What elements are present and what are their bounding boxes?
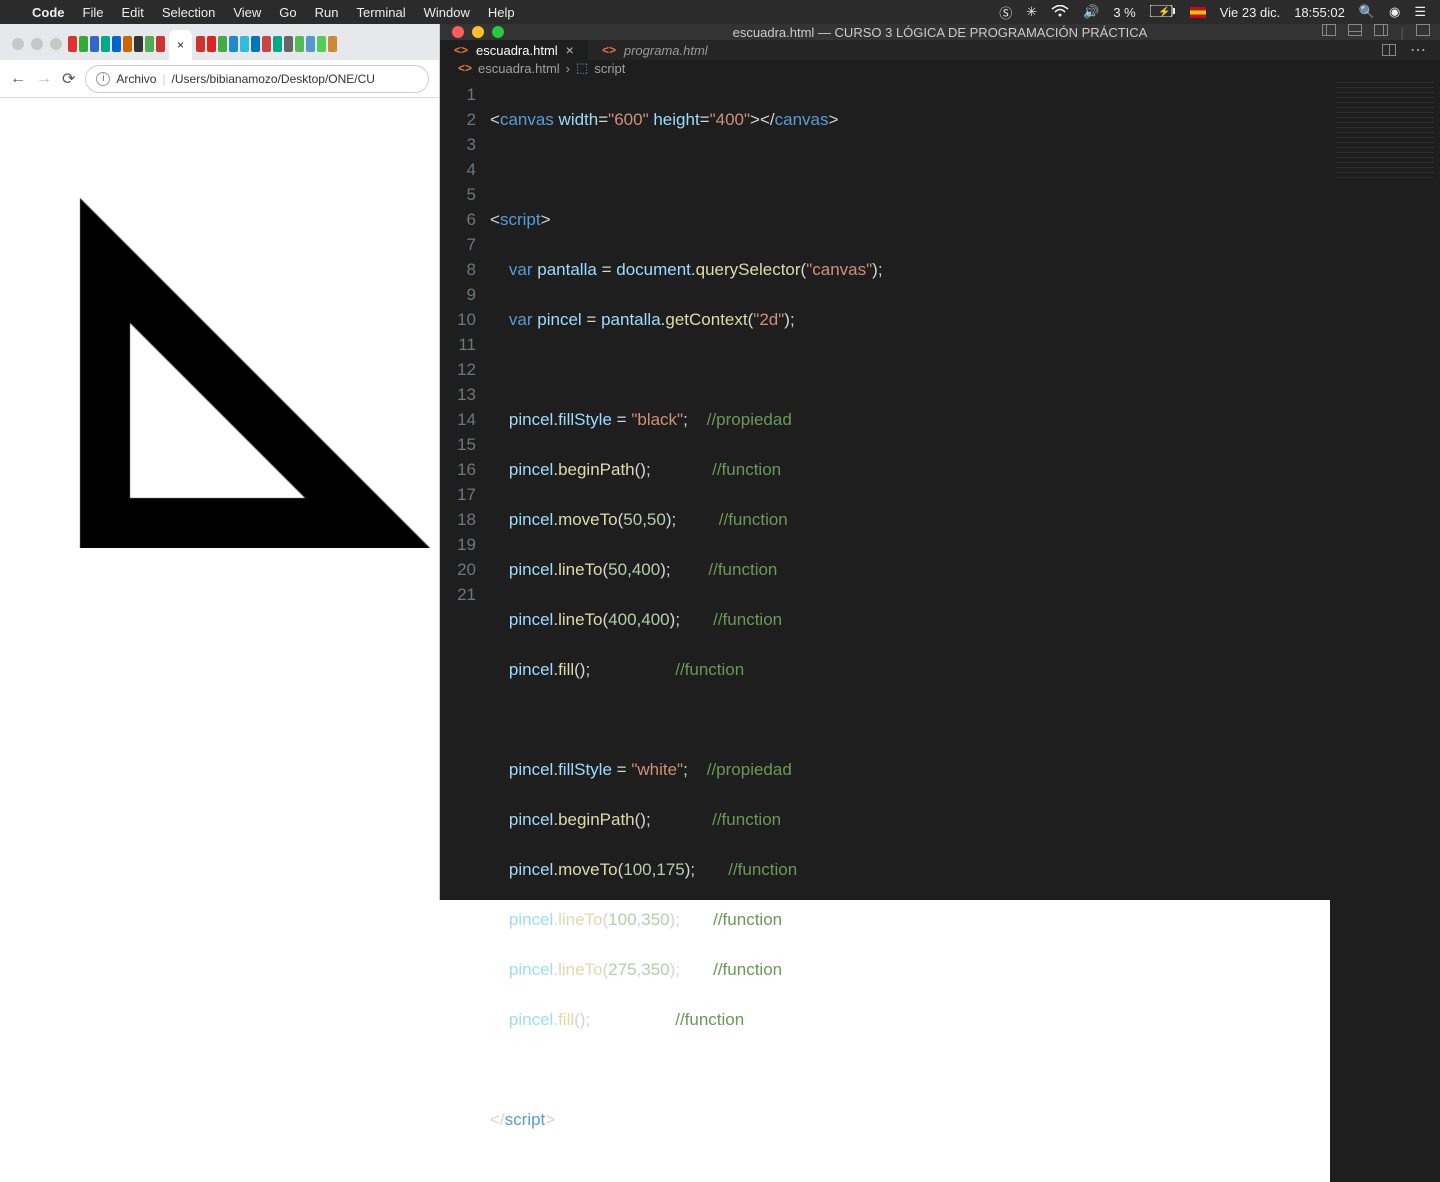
menu-help[interactable]: Help [488,5,515,20]
reload-button[interactable]: ⟳ [62,69,75,89]
breadcrumb-file[interactable]: escuadra.html [478,61,560,76]
chrome-window: × ← → ⟳ i Archivo | /Users/bibianamozo/D… [0,24,440,900]
window-title: escuadra.html — CURSO 3 LÓGICA DE PROGRA… [733,25,1148,40]
macos-menubar: Code File Edit Selection View Go Run Ter… [0,0,1440,24]
info-icon[interactable]: i [96,72,110,86]
window-max-icon[interactable] [492,26,504,38]
tab-programa[interactable]: <> programa.html [588,40,722,60]
addr-divider: | [162,72,165,86]
minimap[interactable] [1330,76,1440,1182]
back-button[interactable]: ← [10,70,26,88]
svg-text:⚡: ⚡ [1158,5,1170,17]
more-actions-icon[interactable]: ⋯ [1410,40,1426,60]
code-content[interactable]: <canvas width="600" height="400"></canva… [490,76,1440,1182]
menu-terminal[interactable]: Terminal [357,5,406,20]
window-max-icon[interactable] [50,38,62,50]
menu-run[interactable]: Run [315,5,339,20]
tab-close-icon[interactable]: × [566,42,574,58]
menubar-time[interactable]: 18:55:02 [1294,5,1345,20]
tab-escuadra[interactable]: <> escuadra.html × [440,40,588,60]
tab-label: programa.html [624,43,708,58]
control-center-icon[interactable]: ☰ [1414,4,1426,20]
chrome-active-tab[interactable]: × [169,30,192,60]
layout-left-icon[interactable] [1322,24,1336,36]
chevron-right-icon: › [566,61,570,76]
bluetooth-icon[interactable]: ✳ [1026,4,1037,20]
layout-customize-icon[interactable] [1416,24,1430,36]
vscode-traffic-lights[interactable] [440,26,504,38]
html-icon: <> [458,61,472,75]
html-icon: <> [454,43,468,57]
flag-icon[interactable] [1190,7,1206,18]
menu-view[interactable]: View [233,5,261,20]
tab-actions: ⋯ [1382,40,1440,60]
tab-close-icon[interactable]: × [177,38,184,52]
breadcrumb[interactable]: <> escuadra.html › ⬚ script [440,60,1440,76]
menu-go[interactable]: Go [279,5,296,20]
forward-button[interactable]: → [36,70,52,88]
address-bar[interactable]: i Archivo | /Users/bibianamozo/Desktop/O… [85,65,429,93]
window-close-icon[interactable] [12,38,24,50]
volume-icon[interactable]: 🔊 [1083,4,1099,20]
vscode-window: escuadra.html — CURSO 3 LÓGICA DE PROGRA… [440,24,1440,900]
menu-edit[interactable]: Edit [121,5,143,20]
line-gutter: 123456789101112131415161718192021 [440,76,490,1182]
split-editor-icon[interactable] [1382,44,1396,56]
menubar-left: Code File Edit Selection View Go Run Ter… [0,5,515,20]
addr-label: Archivo [116,72,156,86]
addr-path: /Users/bibianamozo/Desktop/ONE/CU [172,72,375,86]
wifi-icon[interactable] [1051,5,1069,20]
layout-bottom-icon[interactable] [1348,24,1362,36]
editor-tabs: <> escuadra.html × <> programa.html ⋯ [440,40,1440,60]
window-min-icon[interactable] [31,38,43,50]
chrome-toolbar: ← → ⟳ i Archivo | /Users/bibianamozo/Des… [0,60,439,98]
window-min-icon[interactable] [472,26,484,38]
menubar-right: Ⓢ ✳ 🔊 3 % ⚡ Vie 23 dic. 18:55:02 🔍 ◉ ☰ [999,3,1440,22]
canvas-output [30,148,430,548]
siri-icon[interactable]: ◉ [1389,4,1400,20]
layout-right-icon[interactable] [1374,24,1388,36]
menu-window[interactable]: Window [424,5,470,20]
tab-group-right[interactable] [196,36,337,60]
menubar-date[interactable]: Vie 23 dic. [1220,5,1280,20]
tab-label: escuadra.html [476,43,558,58]
code-editor[interactable]: 123456789101112131415161718192021 <canva… [440,76,1440,1182]
chrome-tabstrip: × [0,24,439,60]
titlebar-actions: | [1322,24,1440,40]
menubar-app[interactable]: Code [32,5,65,20]
menu-selection[interactable]: Selection [162,5,215,20]
menu-file[interactable]: File [83,5,104,20]
symbol-icon: ⬚ [576,60,588,76]
skype-icon[interactable]: Ⓢ [999,3,1012,22]
spotlight-icon[interactable]: 🔍 [1359,4,1375,20]
vscode-titlebar: escuadra.html — CURSO 3 LÓGICA DE PROGRA… [440,24,1440,40]
battery-text: 3 % [1113,5,1135,20]
chrome-viewport [0,98,439,900]
breadcrumb-symbol[interactable]: script [594,61,625,76]
html-icon: <> [602,43,616,57]
battery-icon[interactable]: ⚡ [1150,5,1176,20]
chrome-traffic-lights[interactable] [8,38,68,60]
tab-group-left[interactable] [68,36,165,60]
window-close-icon[interactable] [452,26,464,38]
